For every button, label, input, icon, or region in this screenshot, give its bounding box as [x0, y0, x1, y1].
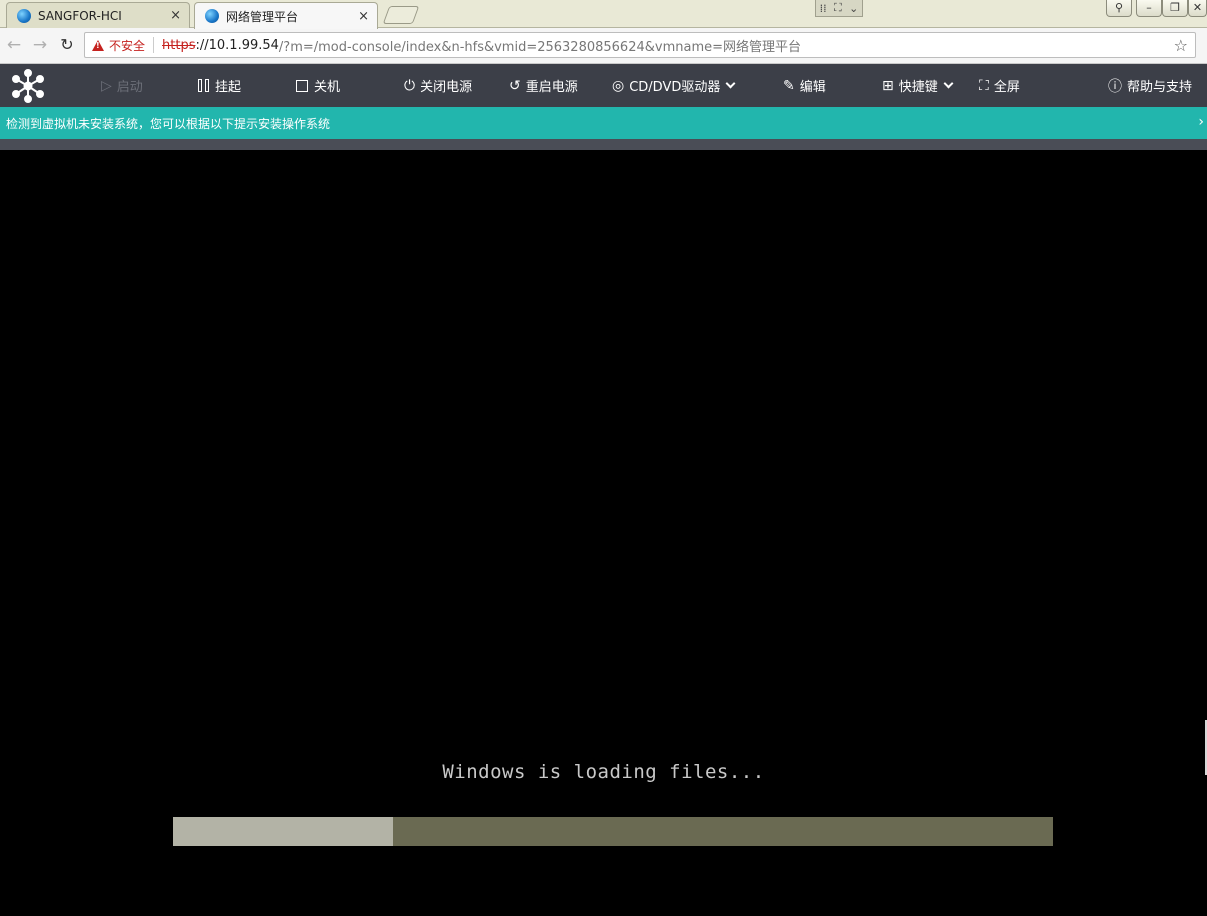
- shutdown-label: 关机: [314, 80, 341, 95]
- tab-title: 网络管理平台: [226, 9, 299, 24]
- grid-icon: ⁞⁞: [819, 1, 827, 15]
- stop-icon: [296, 79, 308, 92]
- loading-progress-fill: [173, 817, 393, 846]
- restart-icon: ↺: [509, 77, 521, 94]
- power-off-button[interactable]: ⏻ 关闭电源: [404, 64, 472, 107]
- divider: [153, 37, 155, 53]
- pause-icon: [198, 79, 209, 92]
- new-tab-button[interactable]: [382, 6, 420, 24]
- back-icon[interactable]: ←: [4, 35, 24, 55]
- security-label[interactable]: 不安全: [109, 37, 145, 54]
- chevron-down-icon: ⌄: [849, 1, 859, 15]
- minimize-button[interactable]: –: [1136, 0, 1162, 17]
- play-icon: ▷: [101, 77, 112, 94]
- close-icon[interactable]: ×: [358, 9, 369, 24]
- globe-icon: [205, 9, 219, 23]
- url-host: ://10.1.99.54: [195, 37, 279, 53]
- vm-console-screen[interactable]: Windows is loading files...: [0, 150, 1207, 916]
- reload-icon[interactable]: ↻: [57, 35, 77, 55]
- window-close-button[interactable]: ✕: [1188, 0, 1207, 17]
- hotkeys-dropdown[interactable]: ⊞ 快捷键: [882, 64, 954, 107]
- tab-network-platform[interactable]: 网络管理平台 ×: [194, 2, 378, 29]
- window-extra-controls[interactable]: ⁞⁞ ⛶ ⌄: [815, 0, 863, 17]
- install-notice-bar: 检测到虚拟机未安装系统，您可以根据以下提示安装操作系统 ›: [0, 107, 1207, 139]
- loading-message: Windows is loading files...: [442, 761, 765, 783]
- globe-icon: [17, 8, 31, 23]
- url-scheme: https: [162, 37, 196, 53]
- chevron-down-icon: [725, 78, 736, 89]
- console-top-border: [0, 139, 1207, 150]
- hotkeys-label: 快捷键: [898, 80, 938, 95]
- warning-icon: [92, 39, 104, 51]
- chevron-down-icon: [943, 78, 954, 89]
- start-button[interactable]: ▷ 启动: [101, 64, 143, 107]
- fullscreen-label: 全屏: [993, 80, 1020, 95]
- hotkey-icon: ⊞: [882, 77, 894, 94]
- loading-progress-bar: [173, 817, 1053, 846]
- suspend-label: 挂起: [215, 80, 242, 95]
- tab-title: SANGFOR-HCI: [38, 8, 122, 23]
- disc-icon: ◎: [612, 77, 625, 94]
- address-bar-row: ← → ↻ 不安全 https ://10.1.99.54 /?m=/mod-c…: [0, 28, 1207, 64]
- cdrom-dropdown[interactable]: ◎ CD/DVD驱动器: [612, 64, 736, 107]
- edit-button[interactable]: ✎ 编辑: [783, 64, 826, 107]
- help-icon: ⓘ: [1108, 78, 1122, 95]
- bookmark-star-icon[interactable]: ☆: [1174, 36, 1188, 55]
- install-notice-text: 检测到虚拟机未安装系统，您可以根据以下提示安装操作系统: [6, 116, 331, 131]
- url-path: /?m=/mod-console/index&n-hfs&vmid=256328…: [278, 39, 802, 55]
- url-input[interactable]: 不安全 https ://10.1.99.54 /?m=/mod-console…: [84, 32, 1196, 58]
- edit-label: 编辑: [799, 80, 826, 95]
- shutdown-button[interactable]: 关机: [296, 64, 340, 107]
- help-label: 帮助与支持: [1127, 80, 1193, 95]
- restart-button[interactable]: ↺ 重启电源: [509, 64, 578, 107]
- cdrom-label: CD/DVD驱动器: [629, 80, 721, 95]
- edit-icon: ✎: [783, 77, 795, 94]
- restore-button[interactable]: ❐: [1162, 0, 1188, 17]
- fullscreen-icon: ⛶: [979, 77, 989, 94]
- close-icon[interactable]: ›: [1198, 114, 1204, 130]
- close-icon[interactable]: ×: [170, 8, 181, 23]
- vm-console-toolbar: ▷ 启动 挂起 关机 ⏻ 关闭电源 ↺ 重启电源 ◎ CD/DVD驱动器 ✎ 编…: [0, 64, 1207, 107]
- fullscreen-button[interactable]: ⛶ 全屏: [979, 64, 1020, 107]
- restart-label: 重启电源: [525, 80, 578, 95]
- user-icon[interactable]: ⚲: [1106, 0, 1132, 17]
- help-button[interactable]: ⓘ 帮助与支持: [1108, 64, 1192, 107]
- start-label: 启动: [116, 80, 143, 95]
- suspend-button[interactable]: 挂起: [198, 64, 241, 107]
- browser-tab-strip: SANGFOR-HCI × 网络管理平台 × ⁞⁞ ⛶ ⌄ ⚲ – ❐ ✕: [0, 0, 1207, 29]
- tab-sangfor-hci[interactable]: SANGFOR-HCI ×: [6, 2, 190, 28]
- power-off-label: 关闭电源: [420, 80, 473, 95]
- expand-icon: ⛶: [834, 1, 842, 14]
- logo-icon: [12, 69, 44, 103]
- power-icon: ⏻: [404, 77, 416, 94]
- forward-icon[interactable]: →: [30, 35, 50, 55]
